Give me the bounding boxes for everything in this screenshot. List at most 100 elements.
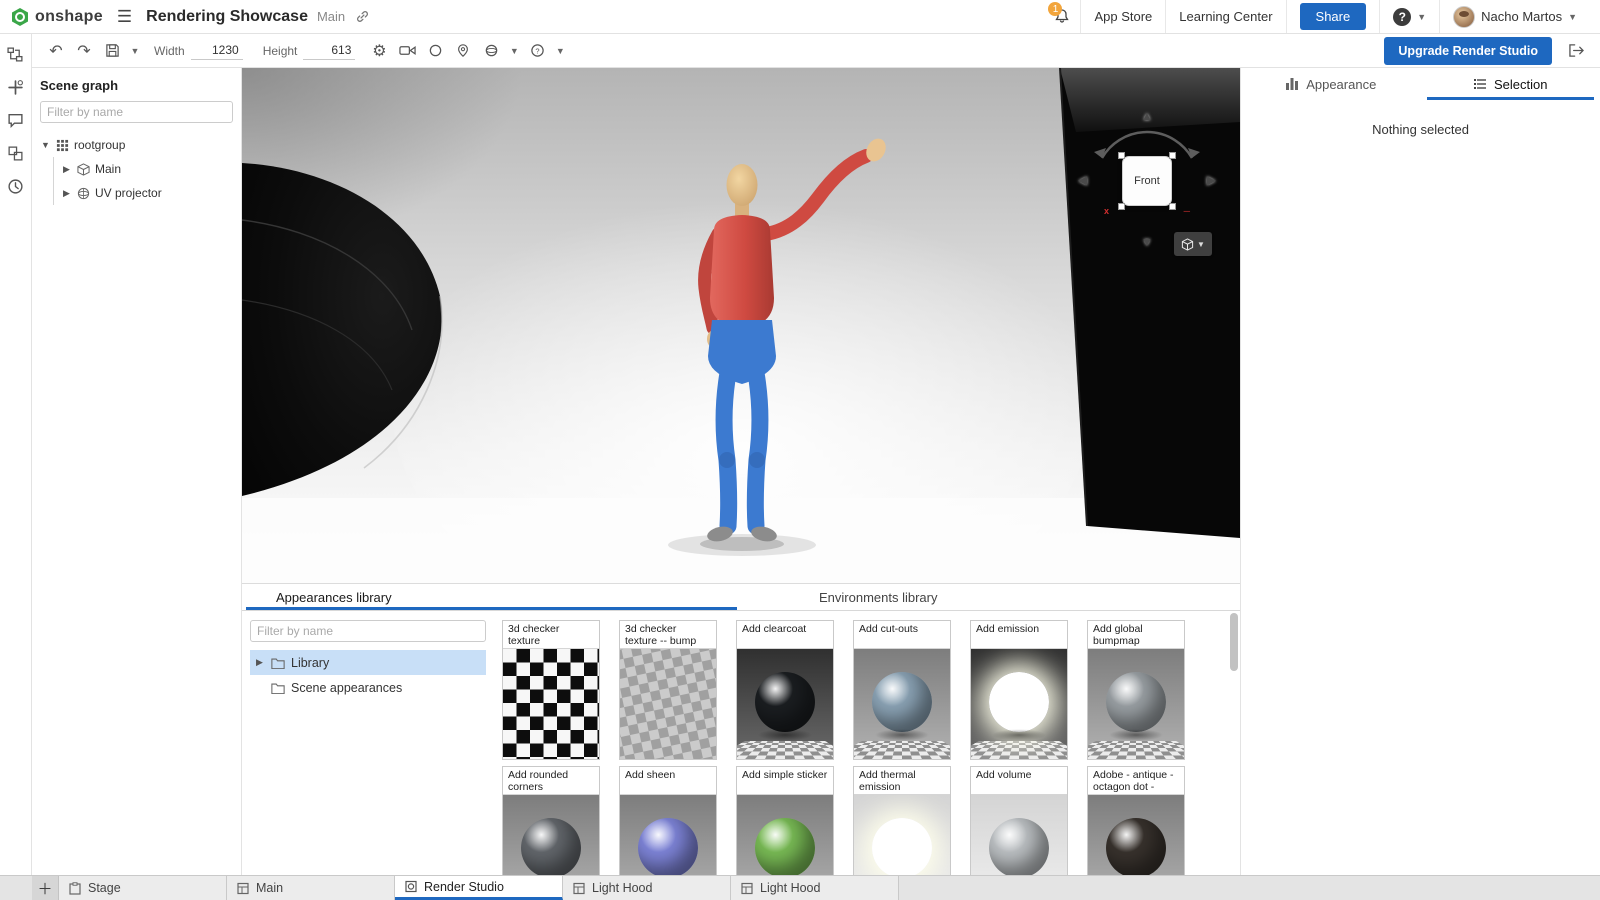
inspector-tabs: Appearance Selection (1241, 68, 1600, 100)
view-cube-front-face[interactable]: Front (1122, 156, 1172, 206)
x-axis-label: x (1104, 206, 1109, 216)
scene-graph-filter-input[interactable] (40, 101, 233, 123)
help-menu[interactable]: ? ▼ (1379, 0, 1439, 33)
tree-node-rootgroup[interactable]: ▼ rootgroup (40, 133, 233, 157)
chevron-collapsed-icon[interactable]: ▶ (254, 657, 265, 668)
document-title: Rendering Showcase (146, 8, 308, 26)
viewcube-handle (1169, 203, 1176, 210)
save-options-chevron-icon[interactable]: ▼ (128, 39, 142, 63)
appearance-item[interactable]: Add thermal emission (853, 766, 951, 875)
chevron-down-icon: ▼ (1568, 12, 1577, 22)
appearance-item[interactable]: Add rounded corners (502, 766, 600, 875)
location-pin-icon[interactable] (451, 39, 475, 63)
content-row: Scene graph ▼ rootgroup ▶ Main (32, 68, 1600, 875)
main-menu-icon[interactable]: ☰ (117, 7, 132, 27)
height-input[interactable] (303, 41, 355, 60)
redo-icon[interactable]: ↷ (72, 39, 96, 63)
appearance-thumbnail (620, 649, 716, 759)
view-mode-cube-button[interactable]: ▼ (1174, 232, 1212, 256)
comments-icon[interactable] (6, 110, 26, 130)
pan-down-arrow-icon[interactable]: ▼ (1141, 236, 1153, 248)
tab-environments-library[interactable]: Environments library (741, 584, 1240, 610)
notifications-button[interactable]: 1 (1044, 8, 1080, 25)
render-settings-gear-icon[interactable]: ⚙ (367, 39, 391, 63)
tab-light-hood-1[interactable]: Light Hood (563, 876, 731, 900)
width-label: Width (154, 44, 185, 58)
appearance-item[interactable]: Add sheen (619, 766, 717, 875)
render-viewport[interactable]: ▲ ◀ ▶ ▼ Front x ─ (242, 68, 1240, 583)
width-input[interactable] (191, 41, 243, 60)
share-button[interactable]: Share (1300, 3, 1367, 30)
left-icon-strip (0, 34, 32, 875)
environment-chevron-icon[interactable]: ▼ (507, 39, 521, 63)
chevron-collapsed-icon[interactable]: ▶ (61, 188, 72, 199)
appearance-item[interactable]: Add clearcoat (736, 620, 834, 760)
add-tab-button[interactable]: ＋ (32, 876, 59, 900)
group-grid-icon (56, 139, 69, 152)
tab-stage[interactable]: Stage (59, 876, 227, 900)
appearance-thumbnail (971, 795, 1067, 875)
add-item-icon[interactable] (6, 77, 26, 97)
library-scrollbar[interactable] (1230, 613, 1238, 873)
library-filter-input[interactable] (250, 620, 486, 642)
appearance-item[interactable]: Add cut-outs (853, 620, 951, 760)
chevron-collapsed-icon[interactable]: ▶ (61, 164, 72, 175)
render-height-group: Height (263, 41, 356, 60)
appearance-item[interactable]: Adobe - antique - octagon dot - (1087, 766, 1185, 875)
library-folder-column: ▶ Library Scene appearances (242, 611, 494, 875)
appearance-thumbnail (1088, 795, 1184, 875)
chevron-expanded-icon[interactable]: ▼ (40, 140, 51, 150)
environment-icon[interactable] (479, 39, 503, 63)
tab-render-studio[interactable]: Render Studio (395, 876, 563, 900)
camera-icon[interactable] (395, 39, 419, 63)
appearance-item[interactable]: Add simple sticker (736, 766, 834, 875)
appearance-grid: 3d checker texture 3d checker texture --… (494, 611, 1240, 875)
toolbar-right: Upgrade Render Studio (1384, 37, 1588, 65)
parts-library-icon[interactable] (6, 143, 26, 163)
render-sphere-icon[interactable] (423, 39, 447, 63)
appearance-item[interactable]: Add volume (970, 766, 1068, 875)
exit-panel-icon[interactable] (1564, 39, 1588, 63)
tree-node-uv-projector[interactable]: ▶ UV projector (61, 181, 233, 205)
scene-graph-panel-icon[interactable] (6, 44, 26, 64)
logo-wordmark: onshape (35, 8, 103, 26)
appearance-item[interactable]: 3d checker texture (502, 620, 600, 760)
user-menu[interactable]: Nacho Martos ▼ (1439, 0, 1590, 33)
appearance-thumbnail (503, 649, 599, 759)
pan-left-arrow-icon[interactable]: ◀ (1078, 174, 1087, 186)
upgrade-render-studio-button[interactable]: Upgrade Render Studio (1384, 37, 1552, 65)
appearance-item[interactable]: Add global bumpmap (1087, 620, 1185, 760)
tree-children: ▶ Main ▶ UV projector (53, 157, 233, 205)
history-icon[interactable] (6, 176, 26, 196)
selection-list-icon (1473, 77, 1487, 91)
tab-main[interactable]: Main (227, 876, 395, 900)
x-axis-tick: ─ (1184, 206, 1190, 216)
appearance-thumbnail (620, 795, 716, 875)
tab-appearances-library[interactable]: Appearances library (242, 584, 741, 610)
save-icon[interactable] (100, 39, 124, 63)
learning-center-link[interactable]: Learning Center (1165, 0, 1285, 33)
tab-appearance[interactable]: Appearance (1241, 68, 1421, 100)
folder-scene-appearances[interactable]: Scene appearances (250, 675, 486, 700)
pan-right-arrow-icon[interactable]: ▶ (1207, 174, 1216, 186)
appearance-item[interactable]: Add emission (970, 620, 1068, 760)
tree-node-main[interactable]: ▶ Main (61, 157, 233, 181)
appearance-item[interactable]: 3d checker texture -- bump (619, 620, 717, 760)
onshape-logo[interactable]: onshape (10, 7, 103, 27)
tab-light-hood-2[interactable]: Light Hood (731, 876, 899, 900)
render-toolbar: ↶ ↷ ▼ Width Height ⚙ (32, 34, 1600, 68)
app-store-link[interactable]: App Store (1080, 0, 1165, 33)
link-icon[interactable] (355, 9, 370, 24)
scrollbar-thumb[interactable] (1230, 613, 1238, 671)
toolbar-help-icon[interactable]: ? (525, 39, 549, 63)
main-area: ↶ ↷ ▼ Width Height ⚙ (0, 34, 1600, 875)
tab-selection[interactable]: Selection (1421, 68, 1600, 100)
svg-text:?: ? (535, 46, 539, 55)
help-chevron-icon[interactable]: ▼ (553, 39, 567, 63)
nothing-selected-message: Nothing selected (1241, 122, 1600, 137)
pan-up-arrow-icon[interactable]: ▲ (1141, 110, 1153, 122)
folder-library[interactable]: ▶ Library (250, 650, 486, 675)
undo-icon[interactable]: ↶ (44, 39, 68, 63)
library-body: ▶ Library Scene appearances (242, 611, 1240, 875)
library-tabs: Appearances library Environments library (242, 584, 1240, 611)
